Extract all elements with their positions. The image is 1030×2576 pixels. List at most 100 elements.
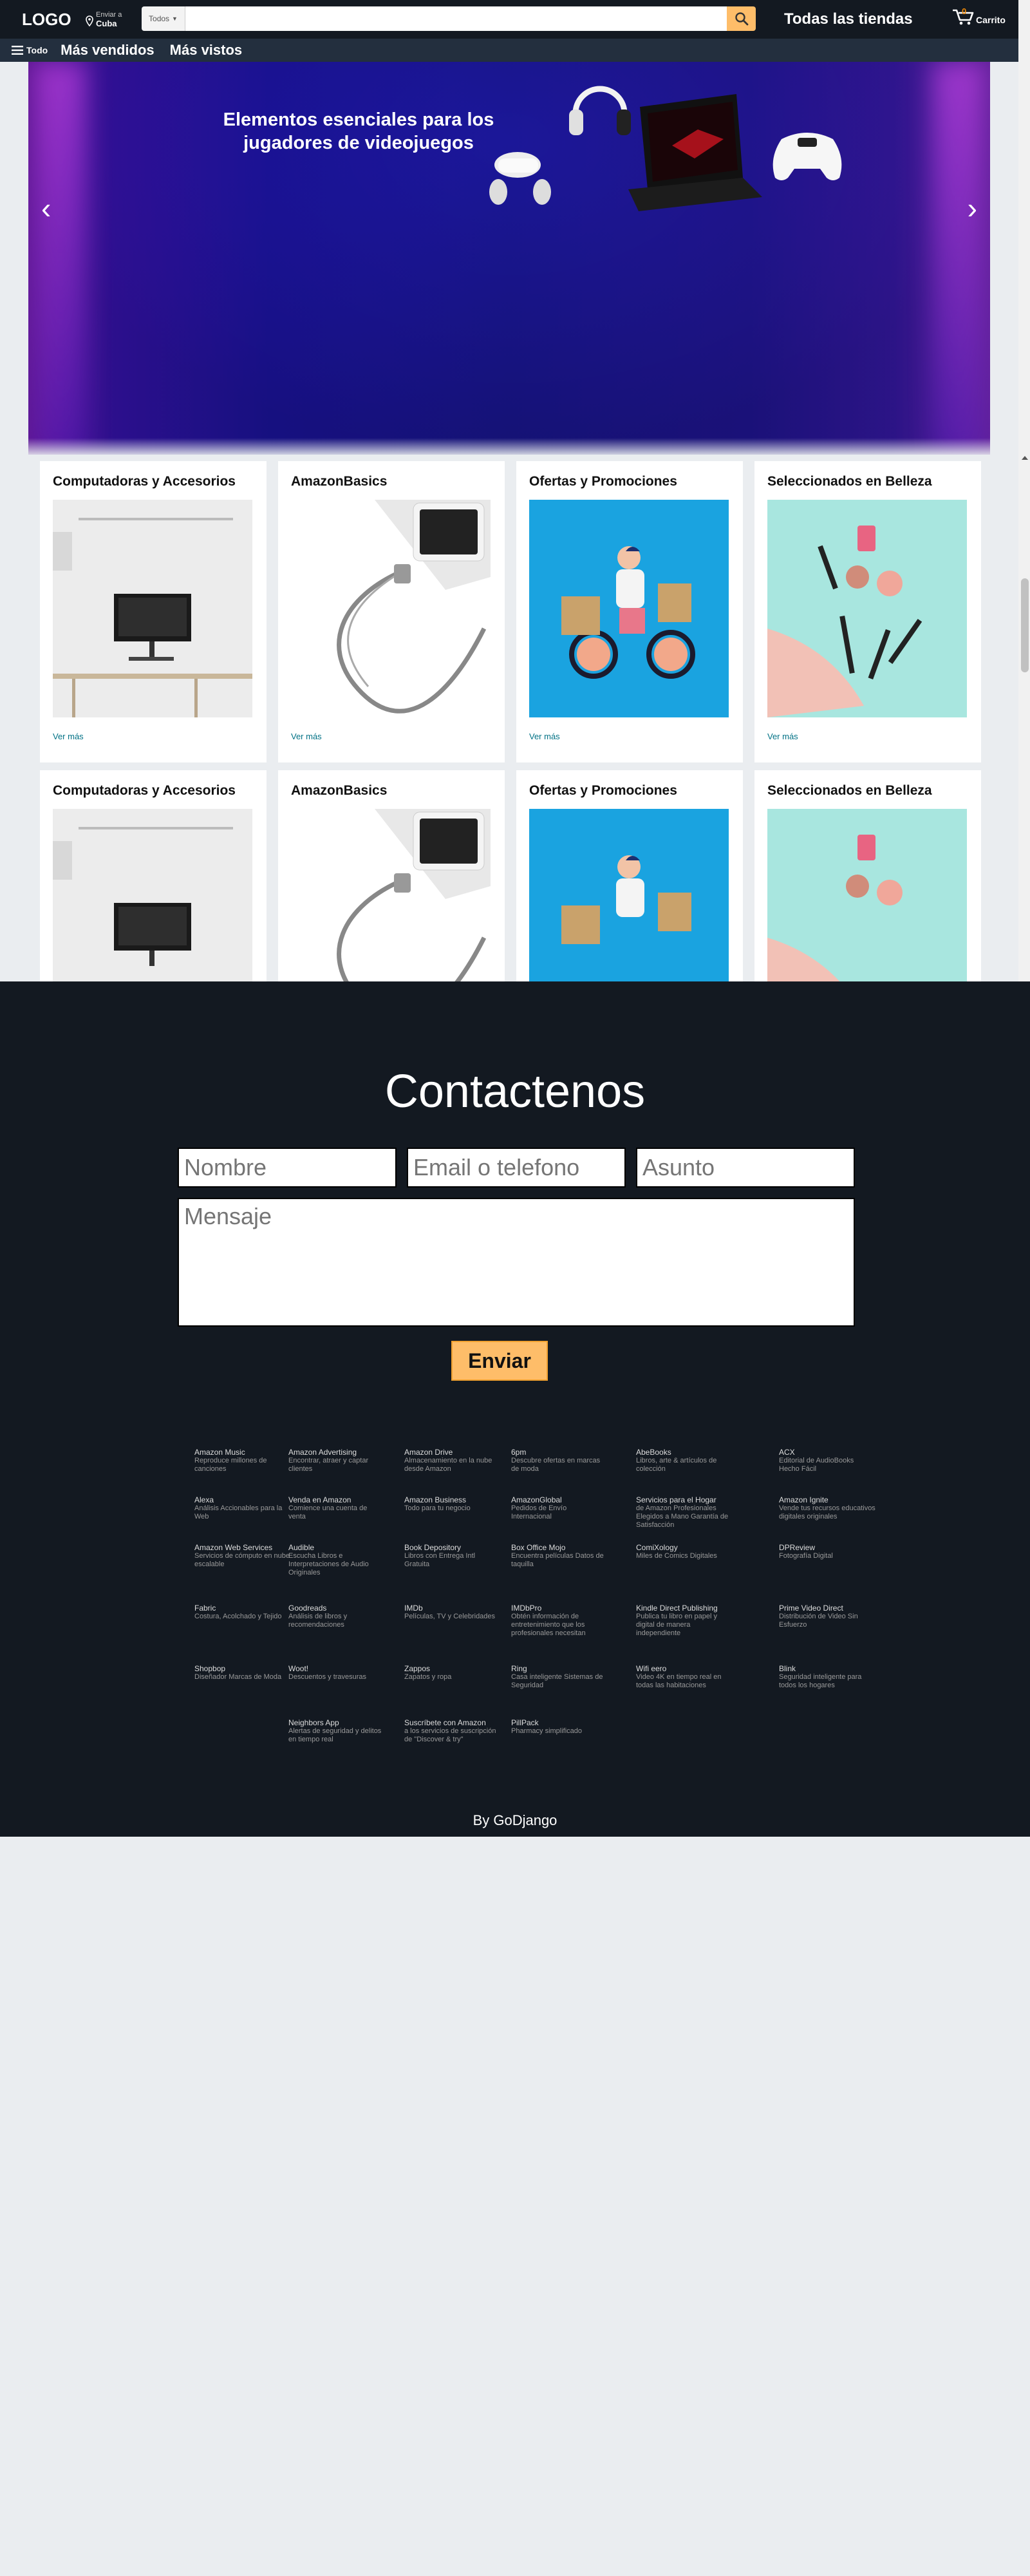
cart-button[interactable]: 0 Carrito [951,6,1006,26]
card-title: AmazonBasics [291,474,388,489]
footer-link[interactable]: IMDb Películas, TV y Celebridades [404,1604,501,1621]
footer-link-title: Amazon Web Services [194,1543,273,1552]
footer-link[interactable]: AmazonGlobal Pedidos de Envío Internacion… [511,1495,608,1521]
footer-link[interactable]: Goodreads Análisis de libros y recomendac… [288,1604,385,1629]
hero-products-image [489,86,842,211]
footer-link[interactable]: Neighbors App Alertas de seguridad y deli… [288,1718,385,1744]
footer-link-desc: Encuentra películas Datos de taquilla [511,1552,604,1568]
footer-link-desc: Casa inteligente Sistemas de Seguridad [511,1673,603,1689]
nav-all-menu[interactable]: Todo [12,45,48,55]
footer-link[interactable]: Box Office Mojo Encuentra películas Datos… [511,1543,608,1569]
search-bar: Todos ▼ [142,6,756,31]
card-see-more-link[interactable]: Ver más [53,732,254,757]
footer-link[interactable]: Amazon Advertising Encontrar, atraer y ca… [288,1448,385,1473]
nav-all-label: Todo [26,45,48,55]
footer-link-title: Woot! [288,1664,309,1673]
category-card: Computadoras y Accesorios Ver más [40,461,267,762]
search-icon [735,12,748,26]
send-button[interactable]: Enviar [451,1341,548,1381]
card-see-more-link[interactable]: Ver más [767,732,968,757]
footer-link-desc: Análisis Accionables para la Web [194,1504,283,1520]
footer-byline: By GoDjango [473,1812,557,1828]
hero-title: Elementos esenciales para los jugadores … [223,109,494,153]
footer-link-desc: Alertas de seguridad y delitos en tiempo… [288,1727,382,1743]
footer-link-desc: a los servicios de suscripción de "Disco… [404,1727,496,1743]
computer-image[interactable] [53,500,252,717]
footer-link-desc: Pharmacy simplificado [511,1727,583,1735]
footer-link[interactable]: Amazon Business Todo para tu negocio [404,1495,501,1513]
footer-link[interactable]: Kindle Direct Publishing Publica tu libro… [636,1604,733,1638]
footer-link[interactable]: Woot! Descuentos y travesuras [288,1664,385,1681]
all-stores-link[interactable]: Todas las tiendas [784,10,913,28]
name-field[interactable] [178,1148,397,1188]
computer-image[interactable] [53,809,252,983]
makeup-image[interactable] [767,500,967,717]
footer-link-desc: Zapatos y ropa [404,1673,452,1681]
hero-carousel: Elementos esenciales para los jugadores … [28,62,990,455]
subject-field[interactable] [636,1148,855,1188]
site-logo[interactable]: LOGO [22,10,84,30]
bicycle-delivery-image[interactable] [529,500,729,717]
hero-next-button[interactable]: › [968,191,977,225]
footer-link[interactable]: AbeBooks Libros, arte & artículos de cole… [636,1448,733,1473]
footer-link-title: DPReview [779,1543,816,1552]
card-see-more-link[interactable]: Ver más [529,732,730,757]
laptop-image [628,94,762,211]
deliver-to[interactable]: Enviar a Cuba [85,11,136,28]
footer-link[interactable]: DPReview Fotografía Digital [779,1543,876,1560]
message-field[interactable] [178,1198,855,1327]
footer-link[interactable]: ComiXology Miles de Comics Digitales [636,1543,733,1560]
footer-link[interactable]: Ring Casa inteligente Sistemas de Segurid… [511,1664,608,1690]
footer-link-title: Goodreads [288,1604,327,1613]
footer-link[interactable]: Zappos Zapatos y ropa [404,1664,501,1681]
makeup-image[interactable] [767,809,967,983]
footer-link[interactable]: Alexa Análisis Accionables para la Web [194,1495,291,1521]
footer-link[interactable]: Amazon Web Services Servicios de cómputo … [194,1543,291,1569]
footer-link[interactable]: Wifi eero Video 4K en tiempo real en toda… [636,1664,733,1690]
footer-link-title: Shopbop [194,1664,226,1673]
category-card: Seleccionados en Belleza [754,770,981,983]
search-input[interactable] [185,6,727,31]
footer-link[interactable]: Prime Video Direct Distribución de Video … [779,1604,876,1629]
nav-item-best-sellers[interactable]: Más vendidos [61,42,154,59]
scrollbar-thumb[interactable] [1021,578,1029,672]
footer-link-title: Alexa [194,1495,214,1504]
bicycle-delivery-image[interactable] [529,809,729,983]
footer-link[interactable]: PillPack Pharmacy simplificado [511,1718,608,1736]
footer-link[interactable]: Amazon Music Reproduce millones de cancio… [194,1448,291,1473]
footer-link-desc: Obtén información de entretenimiento que… [511,1613,586,1637]
deliver-country: Cuba [96,18,117,28]
nav-item-most-viewed[interactable]: Más vistos [170,42,243,59]
search-category-select[interactable]: Todos ▼ [142,6,185,31]
hero-prev-button[interactable]: ‹ [41,191,51,225]
footer-link[interactable]: 6pm Descubre ofertas en marcas de moda [511,1448,608,1473]
category-card: Ofertas y Promociones [516,770,743,983]
footer-link[interactable]: Suscríbete con Amazon a los servicios de … [404,1718,501,1744]
footer-link-desc: Pedidos de Envío Internacional [511,1504,567,1520]
footer-link[interactable]: Book Depository Libros con Entrega Intl G… [404,1543,501,1569]
footer-link[interactable]: Servicios para el Hogar de Amazon Profesi… [636,1495,733,1530]
footer-link[interactable]: IMDbPro Obtén información de entretenimie… [511,1604,608,1638]
search-button[interactable] [727,6,756,31]
email-field[interactable] [407,1148,626,1188]
card-see-more-link[interactable]: Ver más [291,732,492,757]
footer-link[interactable]: Blink Seguridad inteligente para todos lo… [779,1664,876,1690]
footer-link[interactable]: Venda en Amazon Comience una cuenta de ve… [288,1495,385,1521]
footer-link-title: Amazon Drive [404,1448,453,1457]
cable-image[interactable] [291,500,491,717]
footer-link[interactable]: Amazon Drive Almacenamiento en la nube de… [404,1448,501,1473]
footer-link-desc: Análisis de libros y recomendaciones [288,1613,348,1629]
footer-link[interactable]: Amazon Ignite Vende tus recursos educativ… [779,1495,876,1521]
scroll-up-arrow-icon[interactable] [1022,456,1028,460]
search-category-label: Todos [149,14,170,23]
footer-link[interactable]: Fabric Costura, Acolchado y Tejido [194,1604,291,1621]
footer-link[interactable]: ACX Editorial de AudioBooks Hecho Fácil [779,1448,876,1473]
footer-link[interactable]: Audible Escucha Libros e Interpretaciones… [288,1543,385,1577]
footer-link-desc: Escucha Libros e Interpretaciones de Aud… [288,1552,369,1577]
footer-link-title: Audible [288,1543,315,1552]
footer-link-title: Fabric [194,1604,216,1613]
cable-image[interactable] [291,809,491,983]
footer-link[interactable]: Shopbop Diseñador Marcas de Moda [194,1664,291,1681]
footer-link-title: AmazonGlobal [511,1495,562,1504]
page-scrollbar[interactable] [1018,0,1030,981]
